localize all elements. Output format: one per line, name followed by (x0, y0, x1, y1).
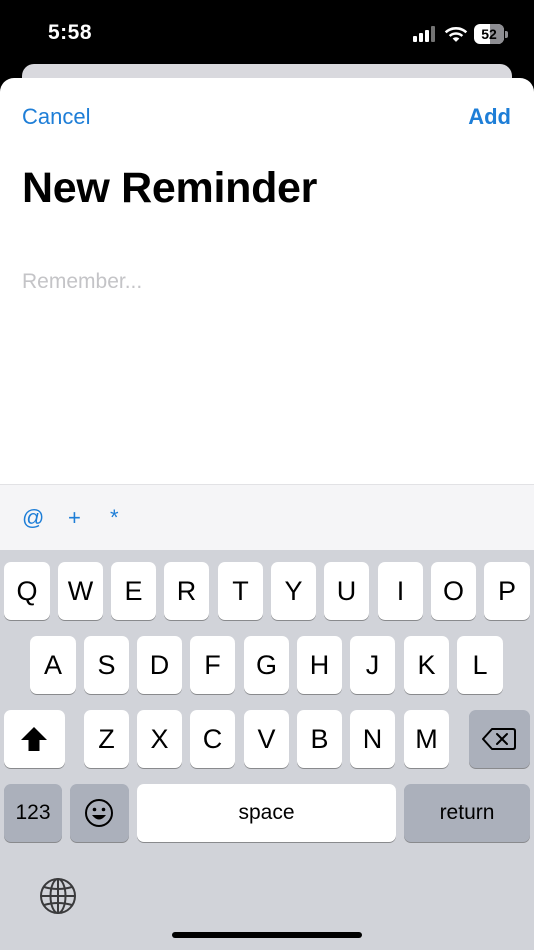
key-e[interactable]: E (111, 562, 156, 620)
key-i[interactable]: I (378, 562, 423, 620)
emoji-icon (85, 799, 113, 827)
globe-icon[interactable] (38, 876, 78, 916)
key-k[interactable]: K (404, 636, 449, 694)
key-p[interactable]: P (484, 562, 530, 620)
wifi-icon (444, 27, 468, 42)
keyboard: Q W E R T Y U I O P A S D F G H J K L Z … (0, 550, 534, 950)
key-r[interactable]: R (164, 562, 209, 620)
battery-level: 52 (481, 26, 497, 42)
numbers-key[interactable]: 123 (4, 784, 62, 842)
key-a[interactable]: A (30, 636, 76, 694)
tag-button[interactable]: + (68, 505, 81, 531)
key-o[interactable]: O (431, 562, 476, 620)
cancel-button[interactable]: Cancel (22, 104, 90, 130)
key-b[interactable]: B (297, 710, 342, 768)
key-m[interactable]: M (404, 710, 449, 768)
home-indicator[interactable] (172, 932, 362, 938)
status-bar: 5:58 52 (0, 0, 534, 66)
key-z[interactable]: Z (84, 710, 129, 768)
key-l[interactable]: L (457, 636, 503, 694)
reminder-title-input[interactable] (22, 264, 512, 300)
delete-icon (482, 728, 516, 750)
shift-key[interactable] (4, 710, 65, 768)
page-title: New Reminder (22, 164, 318, 212)
delete-key[interactable] (469, 710, 530, 768)
key-s[interactable]: S (84, 636, 129, 694)
key-d[interactable]: D (137, 636, 182, 694)
key-w[interactable]: W (58, 562, 103, 620)
key-y[interactable]: Y (271, 562, 316, 620)
emoji-key[interactable] (70, 784, 129, 842)
add-button[interactable]: Add (468, 104, 511, 130)
keyboard-accessory-bar: @ + * (0, 484, 534, 551)
key-u[interactable]: U (324, 562, 369, 620)
key-t[interactable]: T (218, 562, 263, 620)
key-g[interactable]: G (244, 636, 289, 694)
key-j[interactable]: J (350, 636, 395, 694)
status-time: 5:58 (48, 21, 93, 44)
key-n[interactable]: N (350, 710, 395, 768)
key-x[interactable]: X (137, 710, 182, 768)
shift-icon (21, 727, 47, 751)
mention-button[interactable]: @ (22, 505, 44, 531)
key-f[interactable]: F (190, 636, 235, 694)
cellular-signal-icon (413, 26, 437, 42)
space-key[interactable]: space (137, 784, 396, 842)
flag-button[interactable]: * (110, 505, 119, 531)
key-c[interactable]: C (190, 710, 235, 768)
battery-indicator: 52 (474, 24, 508, 44)
key-h[interactable]: H (297, 636, 342, 694)
return-key[interactable]: return (404, 784, 530, 842)
key-v[interactable]: V (244, 710, 289, 768)
key-q[interactable]: Q (4, 562, 50, 620)
